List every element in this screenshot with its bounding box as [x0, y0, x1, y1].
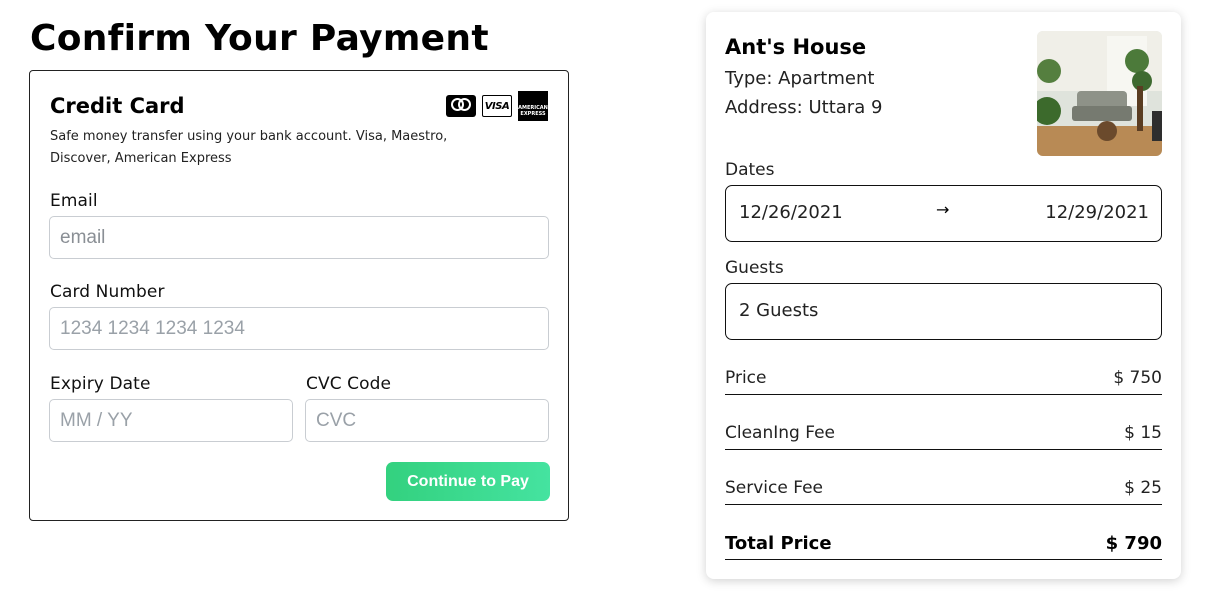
guests-field[interactable]: 2 Guests: [725, 283, 1162, 340]
house-address: Address: Uttara 9: [725, 97, 883, 118]
cvc-code-label: CVC Code: [306, 374, 392, 394]
cleaning-fee-row: CleanIng Fee $ 15: [725, 423, 1162, 450]
continue-to-pay-button[interactable]: Continue to Pay: [386, 462, 550, 501]
guests-value: 2 Guests: [739, 300, 819, 321]
booking-summary-card: Ant's House Type: Apartment Address: Utt…: [706, 12, 1181, 579]
price-label: Price: [725, 368, 767, 388]
arrow-right-icon: →: [936, 200, 950, 219]
card-number-label: Card Number: [50, 282, 165, 302]
cvc-code-field[interactable]: [305, 399, 549, 442]
dates-field[interactable]: 12/26/2021 → 12/29/2021: [725, 185, 1162, 242]
house-photo: [1037, 31, 1162, 156]
visa-icon: VISA: [482, 95, 512, 117]
payment-card: Credit Card Safe money transfer using yo…: [29, 70, 569, 521]
credit-card-description: Safe money transfer using your bank acco…: [50, 129, 448, 166]
house-name: Ant's House: [725, 35, 867, 59]
price-row: Price $ 750: [725, 368, 1162, 395]
total-price-row: Total Price $ 790: [725, 533, 1162, 560]
total-price-label: Total Price: [725, 533, 832, 554]
expiry-date-field[interactable]: [49, 399, 293, 442]
amex-icon: AMERICAN EXPRESS: [518, 91, 548, 121]
expiry-date-label: Expiry Date: [50, 374, 151, 394]
date-to: 12/29/2021: [1045, 202, 1149, 223]
date-from: 12/26/2021: [739, 202, 843, 223]
service-fee-row: Service Fee $ 25: [725, 478, 1162, 505]
price-value: $ 750: [1113, 368, 1162, 388]
house-type: Type: Apartment: [725, 68, 875, 89]
credit-card-title: Credit Card: [50, 94, 185, 118]
card-logos: VISA AMERICAN EXPRESS: [446, 91, 548, 121]
total-price-value: $ 790: [1105, 533, 1162, 554]
cleaning-fee-label: CleanIng Fee: [725, 423, 835, 443]
card-number-field[interactable]: [49, 307, 549, 350]
email-label: Email: [50, 191, 98, 211]
service-fee-label: Service Fee: [725, 478, 823, 498]
cleaning-fee-value: $ 15: [1124, 423, 1162, 443]
dates-label: Dates: [725, 160, 775, 180]
service-fee-value: $ 25: [1124, 478, 1162, 498]
page-title: Confirm Your Payment: [30, 18, 489, 59]
guests-label: Guests: [725, 258, 784, 278]
mastercard-icon: [446, 95, 476, 117]
email-field[interactable]: [49, 216, 549, 259]
